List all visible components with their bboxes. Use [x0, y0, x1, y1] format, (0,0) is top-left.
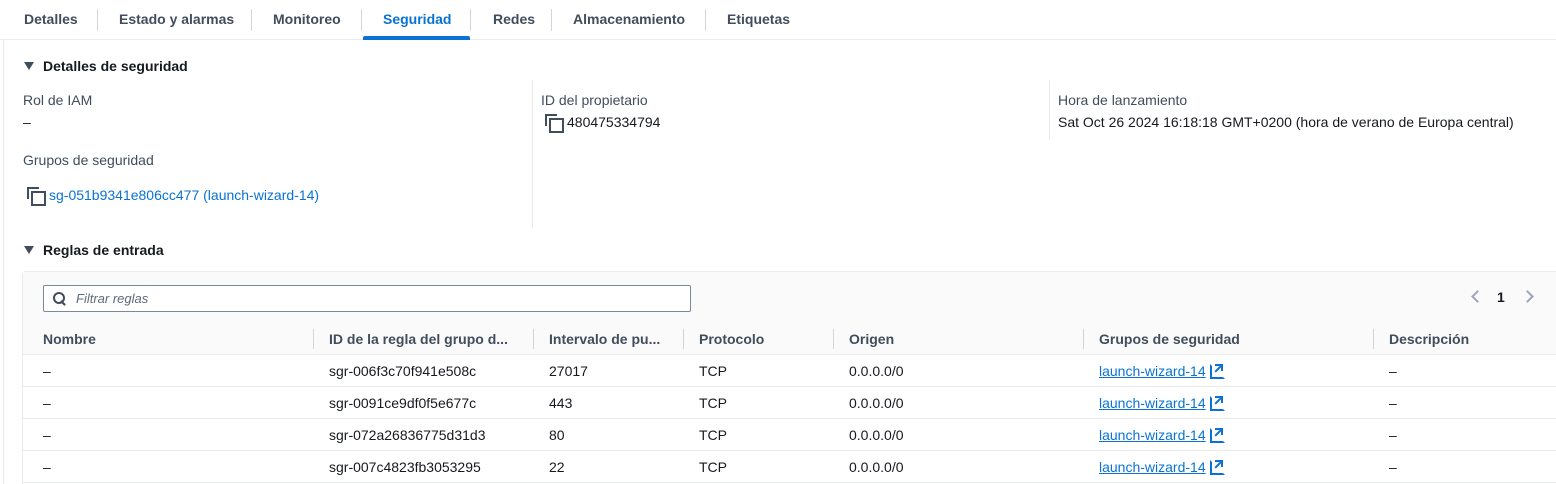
- cell-rule-id: sgr-007c4823fb3053295: [329, 459, 481, 475]
- table-row: – sgr-0091ce9df0f5e677c 443 TCP 0.0.0.0/…: [23, 387, 1556, 419]
- search-icon: [53, 292, 66, 305]
- column-divider: [532, 80, 533, 228]
- owner-id-text: 480475334794: [567, 114, 661, 130]
- cell-source: 0.0.0.0/0: [849, 427, 904, 443]
- active-tab-indicator: [363, 36, 470, 40]
- cell-port-range: 80: [549, 427, 565, 443]
- column-header-description[interactable]: Descripción: [1389, 324, 1549, 355]
- copy-icon[interactable]: [27, 187, 46, 206]
- tab-separator: [470, 9, 471, 31]
- inbound-rules-toggle[interactable]: Reglas de entrada: [24, 242, 164, 258]
- security-groups-value: sg-051b9341e806cc477 (launch-wizard-14): [27, 187, 319, 206]
- column-resizer[interactable]: [1083, 329, 1084, 349]
- tab-monitoring[interactable]: Monitoreo: [273, 0, 341, 40]
- tab-tags[interactable]: Etiquetas: [727, 0, 790, 40]
- cell-protocol: TCP: [699, 363, 727, 379]
- column-divider: [1049, 80, 1050, 140]
- cell-source: 0.0.0.0/0: [849, 459, 904, 475]
- column-header-rule-id[interactable]: ID de la regla del grupo d...: [329, 324, 519, 355]
- inbound-rules-title: Reglas de entrada: [43, 242, 164, 258]
- column-resizer[interactable]: [1373, 329, 1374, 349]
- cell-name: –: [43, 427, 51, 443]
- launch-time-value: Sat Oct 26 2024 16:18:18 GMT+0200 (hora …: [1058, 114, 1514, 130]
- external-link-icon[interactable]: [1209, 364, 1225, 379]
- cell-description: –: [1389, 363, 1397, 379]
- owner-id-value: 480475334794: [545, 114, 661, 133]
- cell-rule-id: sgr-072a26836775d31d3: [329, 427, 486, 443]
- tab-separator: [97, 9, 98, 31]
- iam-role-value: –: [23, 114, 31, 130]
- cell-security-group: launch-wizard-14: [1099, 419, 1225, 451]
- security-group-link[interactable]: launch-wizard-14: [1099, 363, 1206, 379]
- external-link-icon[interactable]: [1209, 428, 1225, 443]
- cell-source: 0.0.0.0/0: [849, 395, 904, 411]
- column-resizer[interactable]: [533, 329, 534, 349]
- tab-separator: [251, 9, 252, 31]
- launch-time-label: Hora de lanzamiento: [1058, 92, 1188, 108]
- external-link-icon[interactable]: [1209, 396, 1225, 411]
- cell-name: –: [43, 459, 51, 475]
- tab-separator: [705, 9, 706, 31]
- cell-source: 0.0.0.0/0: [849, 363, 904, 379]
- column-header-security-groups[interactable]: Grupos de seguridad: [1099, 324, 1359, 355]
- column-resizer[interactable]: [683, 329, 684, 349]
- tab-networking[interactable]: Redes: [493, 0, 535, 40]
- tab-separator: [551, 9, 552, 31]
- iam-role-label: Rol de IAM: [23, 92, 93, 108]
- column-resizer[interactable]: [313, 329, 314, 349]
- cell-protocol: TCP: [699, 395, 727, 411]
- table-row: – sgr-007c4823fb3053295 22 TCP 0.0.0.0/0…: [23, 451, 1556, 483]
- column-header-source[interactable]: Origen: [849, 324, 1069, 355]
- caret-down-icon: [24, 246, 34, 254]
- cell-security-group: launch-wizard-14: [1099, 387, 1225, 419]
- cell-description: –: [1389, 395, 1397, 411]
- cell-port-range: 27017: [549, 363, 588, 379]
- column-header-protocol[interactable]: Protocolo: [699, 324, 819, 355]
- tab-details[interactable]: Detalles: [24, 0, 78, 40]
- chevron-left-icon[interactable]: [1471, 290, 1484, 303]
- column-header-name[interactable]: Nombre: [43, 324, 303, 355]
- security-group-link[interactable]: launch-wizard-14: [1099, 459, 1206, 475]
- tab-storage[interactable]: Almacenamiento: [573, 0, 685, 40]
- cell-security-group: launch-wizard-14: [1099, 355, 1225, 387]
- page-number[interactable]: 1: [1497, 289, 1505, 305]
- caret-down-icon: [24, 62, 34, 70]
- table-row: – sgr-072a26836775d31d3 80 TCP 0.0.0.0/0…: [23, 419, 1556, 451]
- cell-port-range: 443: [549, 395, 573, 411]
- security-details-title: Detalles de seguridad: [43, 58, 188, 74]
- cell-name: –: [43, 395, 51, 411]
- copy-icon[interactable]: [545, 114, 564, 133]
- column-header-port-range[interactable]: Intervalo de pu...: [549, 324, 674, 355]
- left-border: [3, 40, 4, 484]
- security-group-link[interactable]: sg-051b9341e806cc477 (launch-wizard-14): [49, 187, 319, 203]
- cell-description: –: [1389, 459, 1397, 475]
- security-groups-label: Grupos de seguridad: [23, 152, 154, 168]
- cell-description: –: [1389, 427, 1397, 443]
- tab-status-alarms[interactable]: Estado y alarmas: [119, 0, 234, 40]
- cell-protocol: TCP: [699, 427, 727, 443]
- cell-port-range: 22: [549, 459, 565, 475]
- table-toolbar: 1: [23, 272, 1556, 324]
- tab-security[interactable]: Seguridad: [383, 0, 451, 40]
- table-row: – sgr-006f3c70f941e508c 27017 TCP 0.0.0.…: [23, 355, 1556, 387]
- owner-id-label: ID del propietario: [541, 92, 648, 108]
- cell-protocol: TCP: [699, 459, 727, 475]
- table-header: Nombre ID de la regla del grupo d... Int…: [23, 324, 1556, 355]
- tab-separator: [361, 9, 362, 31]
- security-group-link[interactable]: launch-wizard-14: [1099, 395, 1206, 411]
- chevron-right-icon[interactable]: [1521, 290, 1534, 303]
- security-group-link[interactable]: launch-wizard-14: [1099, 427, 1206, 443]
- cell-rule-id: sgr-006f3c70f941e508c: [329, 363, 477, 379]
- external-link-icon[interactable]: [1209, 460, 1225, 475]
- filter-rules-field[interactable]: [43, 285, 691, 312]
- cell-security-group: launch-wizard-14: [1099, 451, 1225, 483]
- cell-name: –: [43, 363, 51, 379]
- inbound-rules-table: 1 Nombre ID de la regla del grupo d... I…: [22, 271, 1556, 484]
- tab-bar: Detalles Estado y alarmas Monitoreo Segu…: [0, 0, 1556, 40]
- filter-rules-input[interactable]: [76, 291, 636, 306]
- cell-rule-id: sgr-0091ce9df0f5e677c: [329, 395, 477, 411]
- security-details-toggle[interactable]: Detalles de seguridad: [24, 58, 188, 74]
- column-resizer[interactable]: [833, 329, 834, 349]
